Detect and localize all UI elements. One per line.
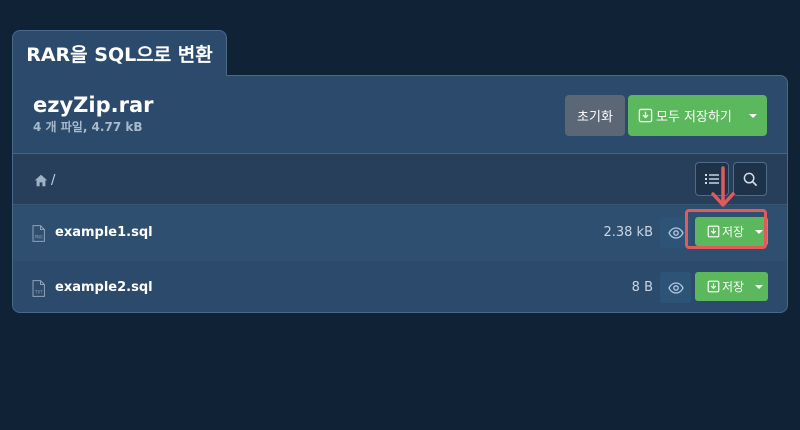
save-button-label: 저장	[722, 280, 745, 294]
archive-info: 4 개 파일, 4.77 kB	[33, 120, 143, 134]
save-all-label: 모두 저장하기	[656, 110, 732, 125]
file-name[interactable]: example2.sql	[55, 280, 153, 295]
tool-title-tab: RAR을 SQL으로 변환	[12, 30, 227, 76]
file-type-label: PNG	[34, 235, 43, 240]
chevron-down-icon	[755, 284, 763, 289]
tab-connector	[13, 74, 226, 78]
highlight-box	[685, 209, 767, 249]
search-button[interactable]	[733, 162, 767, 196]
file-name[interactable]: example1.sql	[55, 225, 153, 240]
save-dropdown[interactable]	[750, 272, 768, 301]
file-icon: PNG	[32, 225, 45, 242]
save-all-main[interactable]: 모두 저장하기	[628, 106, 739, 125]
archive-panel: ezyZip.rar 4 개 파일, 4.77 kB 초기화 모두 저장하기 /	[12, 75, 788, 313]
preview-button[interactable]	[660, 272, 691, 303]
breadcrumb-separator: /	[51, 173, 56, 188]
file-type-label: TXT	[34, 290, 43, 295]
file-row: TXT example2.sql 8 B 저장	[13, 261, 787, 312]
home-icon[interactable]	[34, 174, 48, 187]
file-icon: TXT	[32, 280, 45, 297]
arrow-down-icon	[711, 166, 735, 207]
file-size: 2.38 kB	[603, 225, 653, 240]
path-toolbar: /	[13, 154, 787, 205]
archive-name: ezyZip.rar	[33, 93, 154, 117]
save-button[interactable]: 저장	[695, 272, 768, 301]
breadcrumb: /	[34, 173, 55, 188]
save-all-dropdown[interactable]	[739, 95, 767, 136]
file-size: 8 B	[631, 280, 653, 295]
download-icon	[707, 280, 720, 293]
save-all-button[interactable]: 모두 저장하기	[628, 95, 767, 136]
eye-icon	[667, 226, 684, 239]
file-row: PNG example1.sql 2.38 kB 저장	[13, 206, 787, 261]
archive-header: ezyZip.rar 4 개 파일, 4.77 kB 초기화 모두 저장하기	[13, 76, 787, 154]
save-button-main[interactable]: 저장	[695, 278, 750, 295]
download-icon	[638, 108, 653, 123]
tool-title: RAR을 SQL으로 변환	[26, 44, 213, 66]
eye-icon	[667, 281, 684, 294]
search-icon	[743, 172, 757, 186]
chevron-down-icon	[749, 113, 757, 118]
reset-button[interactable]: 초기화	[565, 95, 625, 136]
reset-button-label: 초기화	[577, 110, 613, 125]
